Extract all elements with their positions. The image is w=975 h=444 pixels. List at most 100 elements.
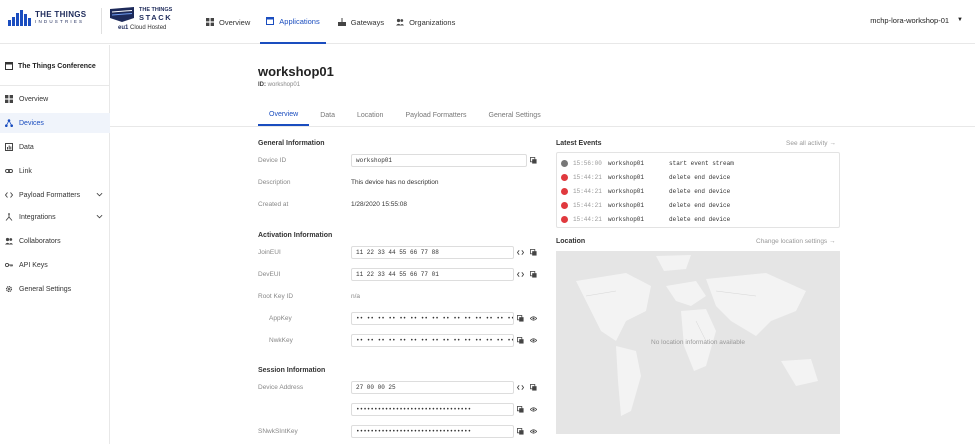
location-map[interactable]: No location information available [556, 251, 840, 434]
description-label: Description [258, 179, 291, 186]
device-address-label: Device Address [258, 384, 304, 391]
sidebar-item-general-settings[interactable]: General Settings [0, 279, 110, 299]
app-key-field[interactable]: •• •• •• •• •• •• •• •• •• •• •• •• •• •… [351, 312, 514, 325]
the-things-industries-logo[interactable]: THE THINGS INDUSTRIES [8, 10, 86, 26]
event-message: delete end device [669, 215, 731, 223]
sidebar-item-overview[interactable]: Overview [0, 89, 110, 109]
tab-overview[interactable]: Overview [258, 104, 310, 126]
event-time: 15:44:21 [573, 173, 602, 181]
sidebar-item-collaborators[interactable]: Collaborators [0, 231, 110, 251]
copy-icon [517, 337, 524, 344]
tab-payload-formatters[interactable]: Payload Formatters [394, 104, 477, 126]
device-id-subtitle: ID: workshop01 [258, 82, 300, 88]
copy-button[interactable] [527, 381, 540, 394]
copy-button[interactable] [514, 425, 527, 438]
gateway-icon [337, 18, 346, 26]
tti-logo-mark [8, 10, 31, 26]
tti-logo-line1: THE THINGS [35, 10, 87, 19]
event-row[interactable]: 15:44:21 workshop01 delete end device [557, 212, 839, 226]
tab-location[interactable]: Location [346, 104, 394, 126]
copy-button[interactable] [514, 403, 527, 416]
join-eui-field[interactable]: 11 22 33 44 55 66 77 88 [351, 246, 514, 259]
user-menu[interactable]: mchp-lora-workshop-01 ▼ [870, 0, 963, 40]
description-value: This device has no description [351, 179, 439, 186]
toggle-format-button[interactable] [514, 246, 527, 259]
sidebar-item-payload-formatters[interactable]: Payload Formatters [0, 185, 110, 205]
copy-button[interactable] [527, 246, 540, 259]
copy-icon [517, 315, 524, 322]
sidebar-item-label: General Settings [19, 285, 72, 293]
toggle-format-button[interactable] [514, 268, 527, 281]
show-value-button[interactable] [527, 312, 540, 325]
tabs-divider [110, 126, 975, 127]
nwk-key-field[interactable]: •• •• •• •• •• •• •• •• •• •• •• •• •• •… [351, 334, 514, 347]
event-message: delete end device [669, 187, 731, 195]
copy-button[interactable] [527, 268, 540, 281]
nav-overview[interactable]: Overview [200, 0, 256, 44]
cluster-info: eu1 Cloud Hosted [118, 25, 166, 31]
top-nav: Overview Applications Gateways Organizat… [200, 0, 461, 44]
tab-data[interactable]: Data [309, 104, 346, 126]
code-icon [517, 272, 524, 277]
sidebar-item-api-keys[interactable]: API Keys [0, 255, 110, 275]
event-device: workshop01 [608, 187, 645, 195]
app-key-label: AppKey [269, 315, 292, 322]
chevron-down-icon [96, 192, 103, 197]
tti-logo-line2: INDUSTRIES [35, 19, 85, 24]
device-address-field[interactable]: 27 00 00 25 [351, 381, 514, 394]
see-all-activity-link[interactable]: See all activity → [786, 140, 836, 147]
copy-button[interactable] [514, 334, 527, 347]
session-key-field[interactable]: •••••••••••••••••••••••••••••••• [351, 403, 514, 416]
copy-icon [530, 157, 537, 164]
code-icon [5, 192, 13, 198]
dev-eui-label: DevEUI [258, 271, 281, 278]
sidebar-item-integrations[interactable]: Integrations [0, 207, 110, 227]
id-label: ID: [258, 82, 266, 88]
event-row[interactable]: 15:56:00 workshop01 start event stream [557, 156, 839, 170]
show-value-button[interactable] [527, 334, 540, 347]
show-value-button[interactable] [527, 403, 540, 416]
sidebar-app-title[interactable]: The Things Conference [0, 55, 110, 77]
dev-eui-field[interactable]: 11 22 33 44 55 66 77 01 [351, 268, 514, 281]
created-at-value: 1/28/2020 15:55:08 [351, 201, 408, 208]
copy-button[interactable] [527, 154, 540, 167]
tab-general-settings[interactable]: General Settings [478, 104, 552, 126]
join-eui-label: JoinEUI [258, 249, 281, 256]
info-icon [561, 159, 568, 167]
copy-icon [517, 406, 524, 413]
event-row[interactable]: 15:44:21 workshop01 delete end device [557, 170, 839, 184]
devices-icon [5, 119, 13, 127]
people-icon [5, 237, 13, 245]
change-location-settings-link[interactable]: Change location settings → [756, 238, 836, 245]
event-row[interactable]: 15:44:21 workshop01 delete end device [557, 184, 839, 198]
code-icon [517, 385, 524, 390]
activation-info-heading: Activation Information [258, 232, 333, 239]
created-at-label: Created at [258, 201, 289, 208]
sidebar-item-data[interactable]: Data [0, 137, 110, 157]
eye-icon [530, 429, 537, 434]
show-value-button[interactable] [527, 425, 540, 438]
event-row[interactable]: 15:44:21 workshop01 delete end device [557, 198, 839, 212]
events-list: 15:56:00 workshop01 start event stream 1… [556, 152, 840, 228]
toggle-format-button[interactable] [514, 381, 527, 394]
sidebar-item-label: Link [19, 167, 32, 175]
nav-gateways[interactable]: Gateways [332, 0, 390, 44]
event-device: workshop01 [608, 159, 645, 167]
sidebar-item-link[interactable]: Link [0, 161, 110, 181]
eye-icon [530, 407, 537, 412]
event-device: workshop01 [608, 201, 645, 209]
sidebar-item-devices[interactable]: Devices [0, 113, 110, 133]
nav-gateways-label: Gateways [350, 17, 385, 27]
nav-applications[interactable]: Applications [260, 0, 326, 44]
session-info-heading: Session Information [258, 367, 326, 374]
copy-button[interactable] [514, 312, 527, 325]
event-device: workshop01 [608, 173, 645, 181]
link-icon [5, 169, 13, 173]
copy-icon [530, 384, 537, 391]
snwk-sint-key-field[interactable]: •••••••••••••••••••••••••••••••• [351, 425, 514, 438]
event-time: 15:44:21 [573, 187, 602, 195]
nav-organizations[interactable]: Organizations [390, 0, 461, 44]
device-tabs: Overview Data Location Payload Formatter… [258, 104, 552, 126]
event-device: workshop01 [608, 215, 645, 223]
device-id-field[interactable]: workshop01 [351, 154, 527, 167]
